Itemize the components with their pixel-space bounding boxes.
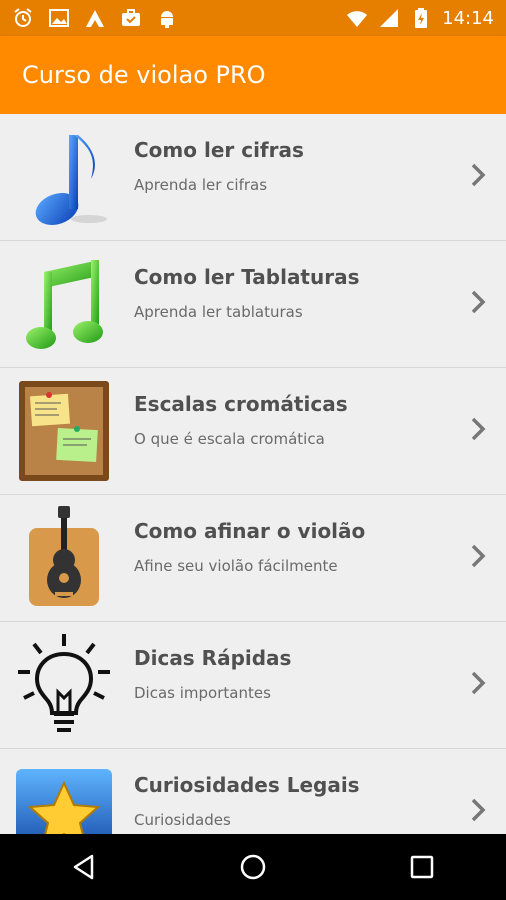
list-item-como-afinar-o-violao[interactable]: Como afinar o violão Afine seu violão fá… — [0, 495, 506, 622]
list-item-dicas-rapidas[interactable]: Dicas Rápidas Dicas importantes — [0, 622, 506, 749]
item-subtitle: Aprenda ler tablaturas — [134, 303, 303, 321]
status-right: 14:14 — [346, 7, 506, 29]
corkboard-icon — [14, 376, 114, 486]
status-time: 14:14 — [442, 7, 494, 29]
star-icon — [14, 757, 114, 834]
chevron-right-icon — [471, 671, 486, 695]
item-title: Como ler Tablaturas — [134, 265, 360, 289]
wifi-icon — [346, 7, 368, 29]
item-title: Como afinar o violão — [134, 519, 366, 543]
app-bar: Curso de violao PRO — [0, 36, 506, 114]
status-left-icons — [0, 7, 178, 29]
green-music-notes-icon — [14, 249, 114, 359]
chevron-right-icon — [471, 417, 486, 441]
navigation-bar — [0, 834, 506, 900]
signal-icon — [378, 7, 400, 29]
item-title: Curiosidades Legais — [134, 773, 360, 797]
home-button[interactable] — [233, 847, 273, 887]
recents-icon — [410, 855, 433, 879]
list-item-como-ler-cifras[interactable]: Como ler cifras Aprenda ler cifras — [0, 114, 506, 241]
hiking-icon — [84, 7, 106, 29]
menu-list: Como ler cifras Aprenda ler cifras Como … — [0, 114, 506, 834]
guitar-icon — [14, 503, 114, 613]
alarm-icon — [12, 7, 34, 29]
home-icon — [240, 854, 266, 880]
item-subtitle: Curiosidades — [134, 811, 231, 829]
blue-music-note-icon — [14, 122, 114, 232]
item-subtitle: Dicas importantes — [134, 684, 271, 702]
chevron-right-icon — [471, 163, 486, 187]
chevron-right-icon — [471, 544, 486, 568]
list-item-curiosidades-legais[interactable]: Curiosidades Legais Curiosidades — [0, 749, 506, 834]
item-title: Como ler cifras — [134, 138, 304, 162]
lightbulb-icon — [14, 630, 114, 740]
chevron-right-icon — [471, 798, 486, 822]
back-icon — [74, 854, 94, 880]
app-title: Curso de violao PRO — [22, 61, 266, 89]
chevron-right-icon — [471, 290, 486, 314]
briefcase-icon — [120, 7, 142, 29]
list-item-como-ler-tablaturas[interactable]: Como ler Tablaturas Aprenda ler tablatur… — [0, 241, 506, 368]
item-subtitle: O que é escala cromática — [134, 430, 325, 448]
item-subtitle: Afine seu violão fácilmente — [134, 557, 338, 575]
item-subtitle: Aprenda ler cifras — [134, 176, 268, 194]
recents-button[interactable] — [402, 847, 442, 887]
status-bar: 14:14 — [0, 0, 506, 36]
item-title: Escalas cromáticas — [134, 392, 348, 416]
item-title: Dicas Rápidas — [134, 646, 292, 670]
back-button[interactable] — [64, 847, 104, 887]
image-icon — [48, 7, 70, 29]
android-icon — [156, 7, 178, 29]
list-item-escalas-cromaticas[interactable]: Escalas cromáticas O que é escala cromát… — [0, 368, 506, 495]
battery-charging-icon — [410, 7, 432, 29]
